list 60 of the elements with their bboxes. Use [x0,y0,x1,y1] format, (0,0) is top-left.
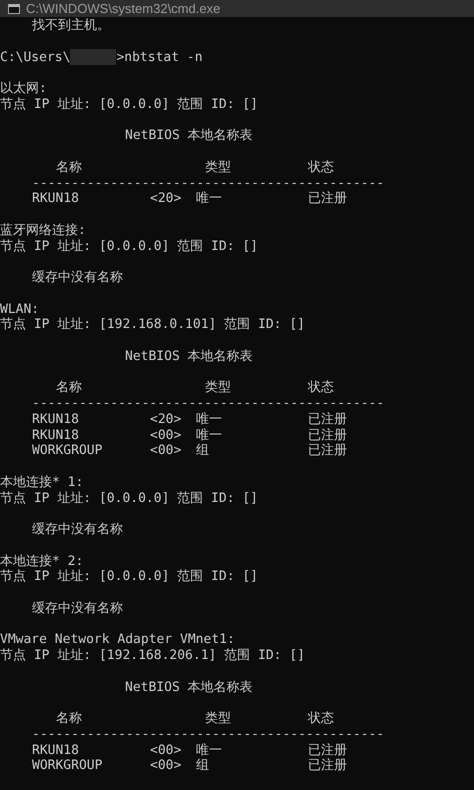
table-cell: 已注册 [308,758,347,774]
table-cell-text: 唯一 [196,191,223,207]
column-header: 类型 [204,380,232,396]
table-cell-text: 唯一 [196,742,223,758]
table-cell-text: 组 [196,758,210,774]
dashed-rule: --------------------------------------------- [32,726,384,742]
column-header: 名称 [55,380,83,396]
console-line: 缓存中没有名称 [32,600,123,616]
column-header: 状态 [308,380,334,396]
table-cell-text: WORKGROUP [32,443,104,459]
column-header: 名称 [55,711,83,727]
table-cell-text: <20> [150,412,182,428]
column-header: 状态 [308,160,334,176]
console-line: 节点 IP 址址: [0.0.0.0] 范围 ID: [] [0,490,258,506]
column-header: 类型 [204,160,232,176]
redaction-block [70,49,116,66]
table-cell-text: <00> [150,742,182,758]
table-cell: 已注册 [308,191,347,207]
console-line: WLAN: [0,302,40,317]
table-cell: 已注册 [308,412,347,428]
table-cell-text: WORKGROUP [32,758,104,774]
table-cell-text: RKUN18 [32,191,80,207]
table-cell-text: <00> [150,758,182,774]
column-header: 类型 [204,711,232,727]
console-line: 节点 IP 址址: [192.168.0.101] 范围 ID: [] [0,317,305,333]
table-cell-text: 唯一 [196,412,223,428]
dashed-rule: --------------------------------------------- [32,396,384,412]
column-header: 名称 [55,160,83,176]
column-header: 状态 [308,711,334,727]
console-line: 本地连接* 1: [0,474,84,490]
console-line: 节点 IP 址址: [0.0.0.0] 范围 ID: [] [0,96,258,112]
table-title: NetBIOS 本地名称表 [125,348,253,364]
table-cell-text: <00> [150,428,182,444]
table-cell-text: <00> [150,443,182,459]
console-line: 节点 IP 址址: [0.0.0.0] 范围 ID: [] [0,569,258,585]
console-line: 找不到主机。 [32,18,110,34]
console-line: 缓存中没有名称 [32,522,123,538]
dashed-rule: --------------------------------------------- [32,176,384,191]
table-cell-text: <20> [150,191,182,207]
console-line: 蓝牙网络连接: [0,222,86,238]
table-cell-text: 组 [196,443,210,459]
window-title: C:\WINDOWS\system32\cmd.exe [26,1,220,16]
table-cell-text: RKUN18 [32,412,80,428]
console-line: VMware Network Adapter VMnet1: [0,632,235,648]
console-line: 以太网: [0,81,47,97]
table-cell-text: RKUN18 [32,428,80,444]
table-title: NetBIOS 本地名称表 [125,680,253,696]
table-cell: 已注册 [308,443,347,459]
table-cell-text: 唯一 [196,428,223,444]
table-title: NetBIOS 本地名称表 [125,128,253,144]
console-line: 缓存中没有名称 [32,270,123,286]
console-line: 本地连接* 2: [0,554,84,569]
prompt-path: C:\Users\ [0,50,70,66]
console-line: 节点 IP 址址: [192.168.206.1] 范围 ID: [] [0,648,305,664]
command-text: >nbtstat -n [116,50,203,66]
table-cell-text: 已注册 [308,742,347,758]
console-line: 节点 IP 址址: [0.0.0.0] 范围 ID: [] [0,238,258,254]
table-cell-text: 已注册 [308,428,347,443]
table-cell-text: RKUN18 [32,742,80,758]
console-icon [8,4,20,14]
